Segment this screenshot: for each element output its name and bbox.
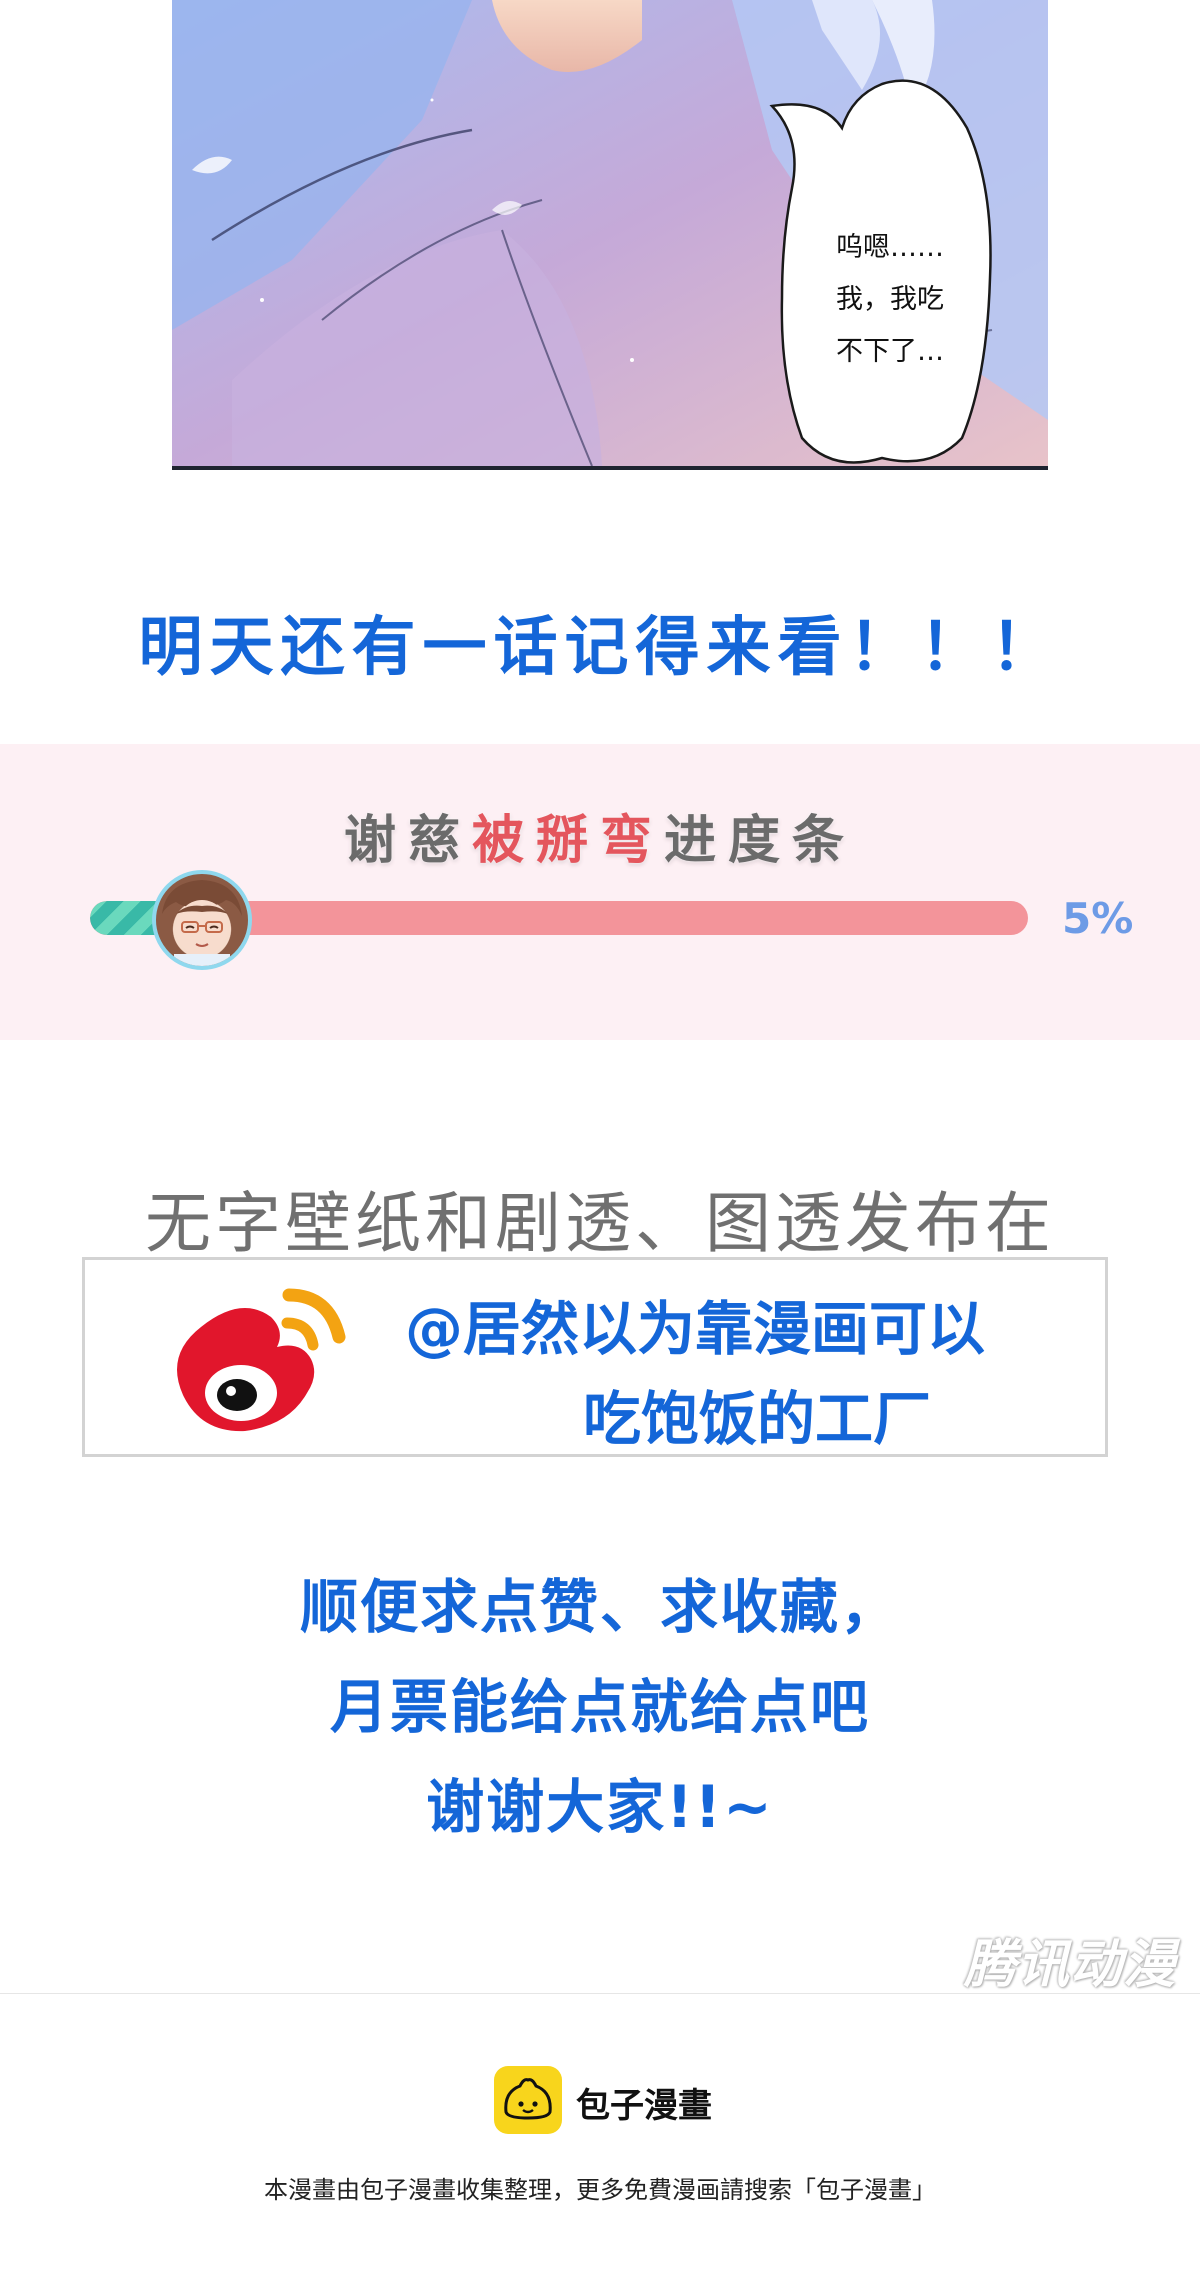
tencent-watermark: 腾讯动漫 — [963, 1935, 1176, 1995]
progress-title-suffix: 进度条 — [664, 811, 857, 871]
character-avatar — [152, 870, 252, 970]
ask-line-2: 月票能给点就给点吧 — [329, 1673, 870, 1741]
speech-line-2: 我，我吃 — [836, 284, 944, 315]
baozi-logo-icon — [494, 2066, 562, 2134]
progress-title-prefix: 谢慈 — [343, 811, 472, 871]
progress-title-highlight: 被掰弯 — [471, 811, 664, 871]
weibo-account-box: @居然以为靠漫画可以 吃饱饭的工厂 — [82, 1257, 1108, 1457]
weibo-logo-icon — [161, 1275, 361, 1447]
ask-line-3: 谢谢大家!!~ — [426, 1773, 774, 1841]
next-chapter-reminder: 明天还有一话记得来看！！！ — [138, 611, 1062, 685]
speech-bubble: 呜嗯…… 我，我吃 不下了… — [762, 78, 1002, 466]
ask-line-1: 顺便求点赞、求收藏， — [299, 1573, 900, 1641]
progress-title: 谢慈被掰弯进度条 — [0, 798, 1200, 873]
footer-note: 本漫畫由包子漫畫收集整理，更多免費漫画請搜索「包子漫畫」 — [264, 2176, 936, 2204]
footer-brand: 包子漫畫 — [576, 2086, 712, 2126]
progress-percent: 5% — [1062, 894, 1134, 943]
speech-line-1: 呜嗯…… — [836, 232, 944, 263]
weibo-account-line-1: @居然以为靠漫画可以 — [405, 1295, 986, 1363]
progress-section: 谢慈被掰弯进度条 5% — [0, 744, 1200, 1040]
footer-divider — [0, 1993, 1200, 1994]
sns-intro-text: 无字壁纸和剧透、图透发布在 — [145, 1185, 1055, 1262]
comic-panel: 呜嗯…… 我，我吃 不下了… — [172, 0, 1048, 470]
speech-line-3: 不下了… — [836, 336, 944, 367]
weibo-account-line-2: 吃饱饭的工厂 — [583, 1385, 932, 1453]
